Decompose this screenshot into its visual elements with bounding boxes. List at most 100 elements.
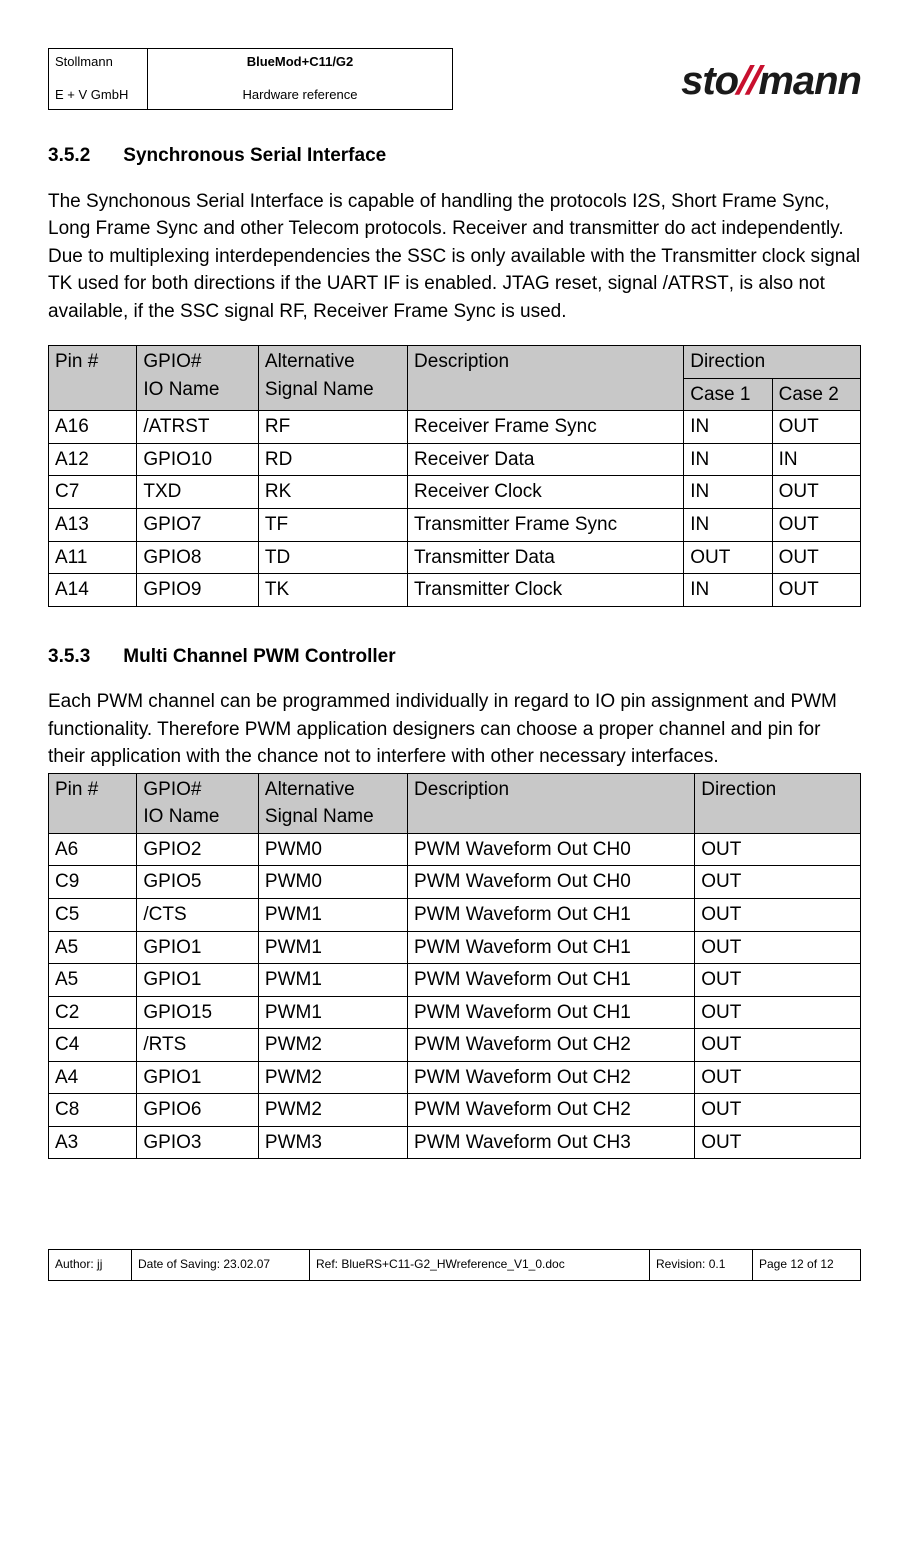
cell-gpio: GPIO10 xyxy=(137,443,259,476)
cell-dir: OUT xyxy=(695,931,861,964)
cell-desc: PWM Waveform Out CH0 xyxy=(408,833,695,866)
col-direction: Direction xyxy=(695,773,861,833)
table-row: A6GPIO2PWM0PWM Waveform Out CH0OUT xyxy=(49,833,861,866)
cell-pin: C8 xyxy=(49,1094,137,1127)
cell-desc: Receiver Frame Sync xyxy=(408,411,684,444)
table-row: C9GPIO5PWM0PWM Waveform Out CH0OUT xyxy=(49,866,861,899)
header-product-box: BlueMod+C11/G2 Hardware reference xyxy=(148,48,453,110)
cell-pin: A3 xyxy=(49,1126,137,1159)
cell-c2: OUT xyxy=(772,509,860,542)
cell-desc: PWM Waveform Out CH1 xyxy=(408,899,695,932)
cell-desc: PWM Waveform Out CH2 xyxy=(408,1094,695,1127)
cell-c1: IN xyxy=(684,574,772,607)
cell-alt: PWM1 xyxy=(258,931,407,964)
cell-alt: PWM0 xyxy=(258,833,407,866)
col-alt-l1: Alternative xyxy=(265,351,355,372)
table-row: A12GPIO10RDReceiver DataININ xyxy=(49,443,861,476)
col-gpio-l2: IO Name xyxy=(143,806,219,827)
cell-gpio: GPIO7 xyxy=(137,509,259,542)
cell-dir: OUT xyxy=(695,996,861,1029)
doc-type: Hardware reference xyxy=(154,86,446,105)
cell-desc: Receiver Clock xyxy=(408,476,684,509)
document-header: Stollmann E + V GmbH BlueMod+C11/G2 Hard… xyxy=(48,48,861,110)
col-gpio: GPIO# IO Name xyxy=(137,346,259,411)
cell-pin: A5 xyxy=(49,931,137,964)
cell-pin: C5 xyxy=(49,899,137,932)
cell-alt: PWM0 xyxy=(258,866,407,899)
cell-c2: OUT xyxy=(772,541,860,574)
cell-gpio: GPIO1 xyxy=(137,931,259,964)
cell-gpio: TXD xyxy=(137,476,259,509)
cell-dir: OUT xyxy=(695,866,861,899)
cell-pin: A12 xyxy=(49,443,137,476)
ssc-paragraph: The Synchonous Serial Interface is capab… xyxy=(48,188,861,326)
footer-ref: Ref: BlueRS+C11-G2_HWreference_V1_0.doc xyxy=(310,1250,650,1280)
section-number: 3.5.2 xyxy=(48,142,118,170)
table-row: C8GPIO6PWM2PWM Waveform Out CH2OUT xyxy=(49,1094,861,1127)
cell-alt: TD xyxy=(258,541,407,574)
pwm-paragraph: Each PWM channel can be programmed indiv… xyxy=(48,688,861,771)
col-desc: Description xyxy=(408,773,695,833)
cell-pin: A16 xyxy=(49,411,137,444)
footer-revision: Revision: 0.1 xyxy=(650,1250,753,1280)
cell-pin: A5 xyxy=(49,964,137,997)
cell-alt: PWM1 xyxy=(258,996,407,1029)
table-row: C4/RTSPWM2PWM Waveform Out CH2OUT xyxy=(49,1029,861,1062)
table-row: A16/ATRSTRFReceiver Frame SyncINOUT xyxy=(49,411,861,444)
col-gpio-l1: GPIO# xyxy=(143,779,201,800)
cell-pin: A14 xyxy=(49,574,137,607)
cell-c2: OUT xyxy=(772,411,860,444)
cell-alt: PWM2 xyxy=(258,1061,407,1094)
cell-gpio: /ATRST xyxy=(137,411,259,444)
cell-desc: Transmitter Frame Sync xyxy=(408,509,684,542)
cell-pin: C4 xyxy=(49,1029,137,1062)
table-row: C5/CTSPWM1PWM Waveform Out CH1OUT xyxy=(49,899,861,932)
cell-c1: IN xyxy=(684,443,772,476)
cell-alt: TK xyxy=(258,574,407,607)
cell-gpio: GPIO5 xyxy=(137,866,259,899)
col-case1: Case 1 xyxy=(684,378,772,411)
col-gpio: GPIO# IO Name xyxy=(137,773,259,833)
col-pin: Pin # xyxy=(49,773,137,833)
col-alt-l2: Signal Name xyxy=(265,806,374,827)
cell-gpio: GPIO9 xyxy=(137,574,259,607)
cell-dir: OUT xyxy=(695,833,861,866)
footer-author: Author: jj xyxy=(49,1250,132,1280)
company-name: Stollmann xyxy=(55,53,141,72)
table-header-row: Pin # GPIO# IO Name Alternative Signal N… xyxy=(49,346,861,379)
cell-gpio: GPIO1 xyxy=(137,1061,259,1094)
table-row: A11GPIO8TDTransmitter DataOUTOUT xyxy=(49,541,861,574)
cell-alt: RF xyxy=(258,411,407,444)
cell-c2: IN xyxy=(772,443,860,476)
section-number: 3.5.3 xyxy=(48,643,118,671)
product-name: BlueMod+C11/G2 xyxy=(154,53,446,72)
col-alt-l2: Signal Name xyxy=(265,379,374,400)
cell-gpio: GPIO8 xyxy=(137,541,259,574)
col-case2: Case 2 xyxy=(772,378,860,411)
cell-pin: A11 xyxy=(49,541,137,574)
cell-alt: PWM3 xyxy=(258,1126,407,1159)
table-row: C2GPIO15PWM1PWM Waveform Out CH1OUT xyxy=(49,996,861,1029)
section-title: Synchronous Serial Interface xyxy=(123,145,386,166)
col-desc: Description xyxy=(408,346,684,411)
cell-alt: PWM2 xyxy=(258,1029,407,1062)
cell-c1: IN xyxy=(684,411,772,444)
cell-gpio: GPIO2 xyxy=(137,833,259,866)
logo-text-post: mann xyxy=(758,59,861,103)
page-footer: Author: jj Date of Saving: 23.02.07 Ref:… xyxy=(48,1249,861,1280)
cell-desc: PWM Waveform Out CH2 xyxy=(408,1029,695,1062)
pwm-pin-table: Pin # GPIO# IO Name Alternative Signal N… xyxy=(48,773,861,1160)
cell-alt: PWM1 xyxy=(258,899,407,932)
cell-pin: C2 xyxy=(49,996,137,1029)
cell-pin: A6 xyxy=(49,833,137,866)
cell-desc: PWM Waveform Out CH1 xyxy=(408,931,695,964)
cell-gpio: /CTS xyxy=(137,899,259,932)
cell-dir: OUT xyxy=(695,964,861,997)
cell-gpio: GPIO15 xyxy=(137,996,259,1029)
cell-alt: RD xyxy=(258,443,407,476)
col-gpio-l2: IO Name xyxy=(143,379,219,400)
cell-alt: TF xyxy=(258,509,407,542)
cell-desc: PWM Waveform Out CH2 xyxy=(408,1061,695,1094)
cell-desc: PWM Waveform Out CH1 xyxy=(408,996,695,1029)
section-heading-pwm: 3.5.3 Multi Channel PWM Controller xyxy=(48,643,861,671)
